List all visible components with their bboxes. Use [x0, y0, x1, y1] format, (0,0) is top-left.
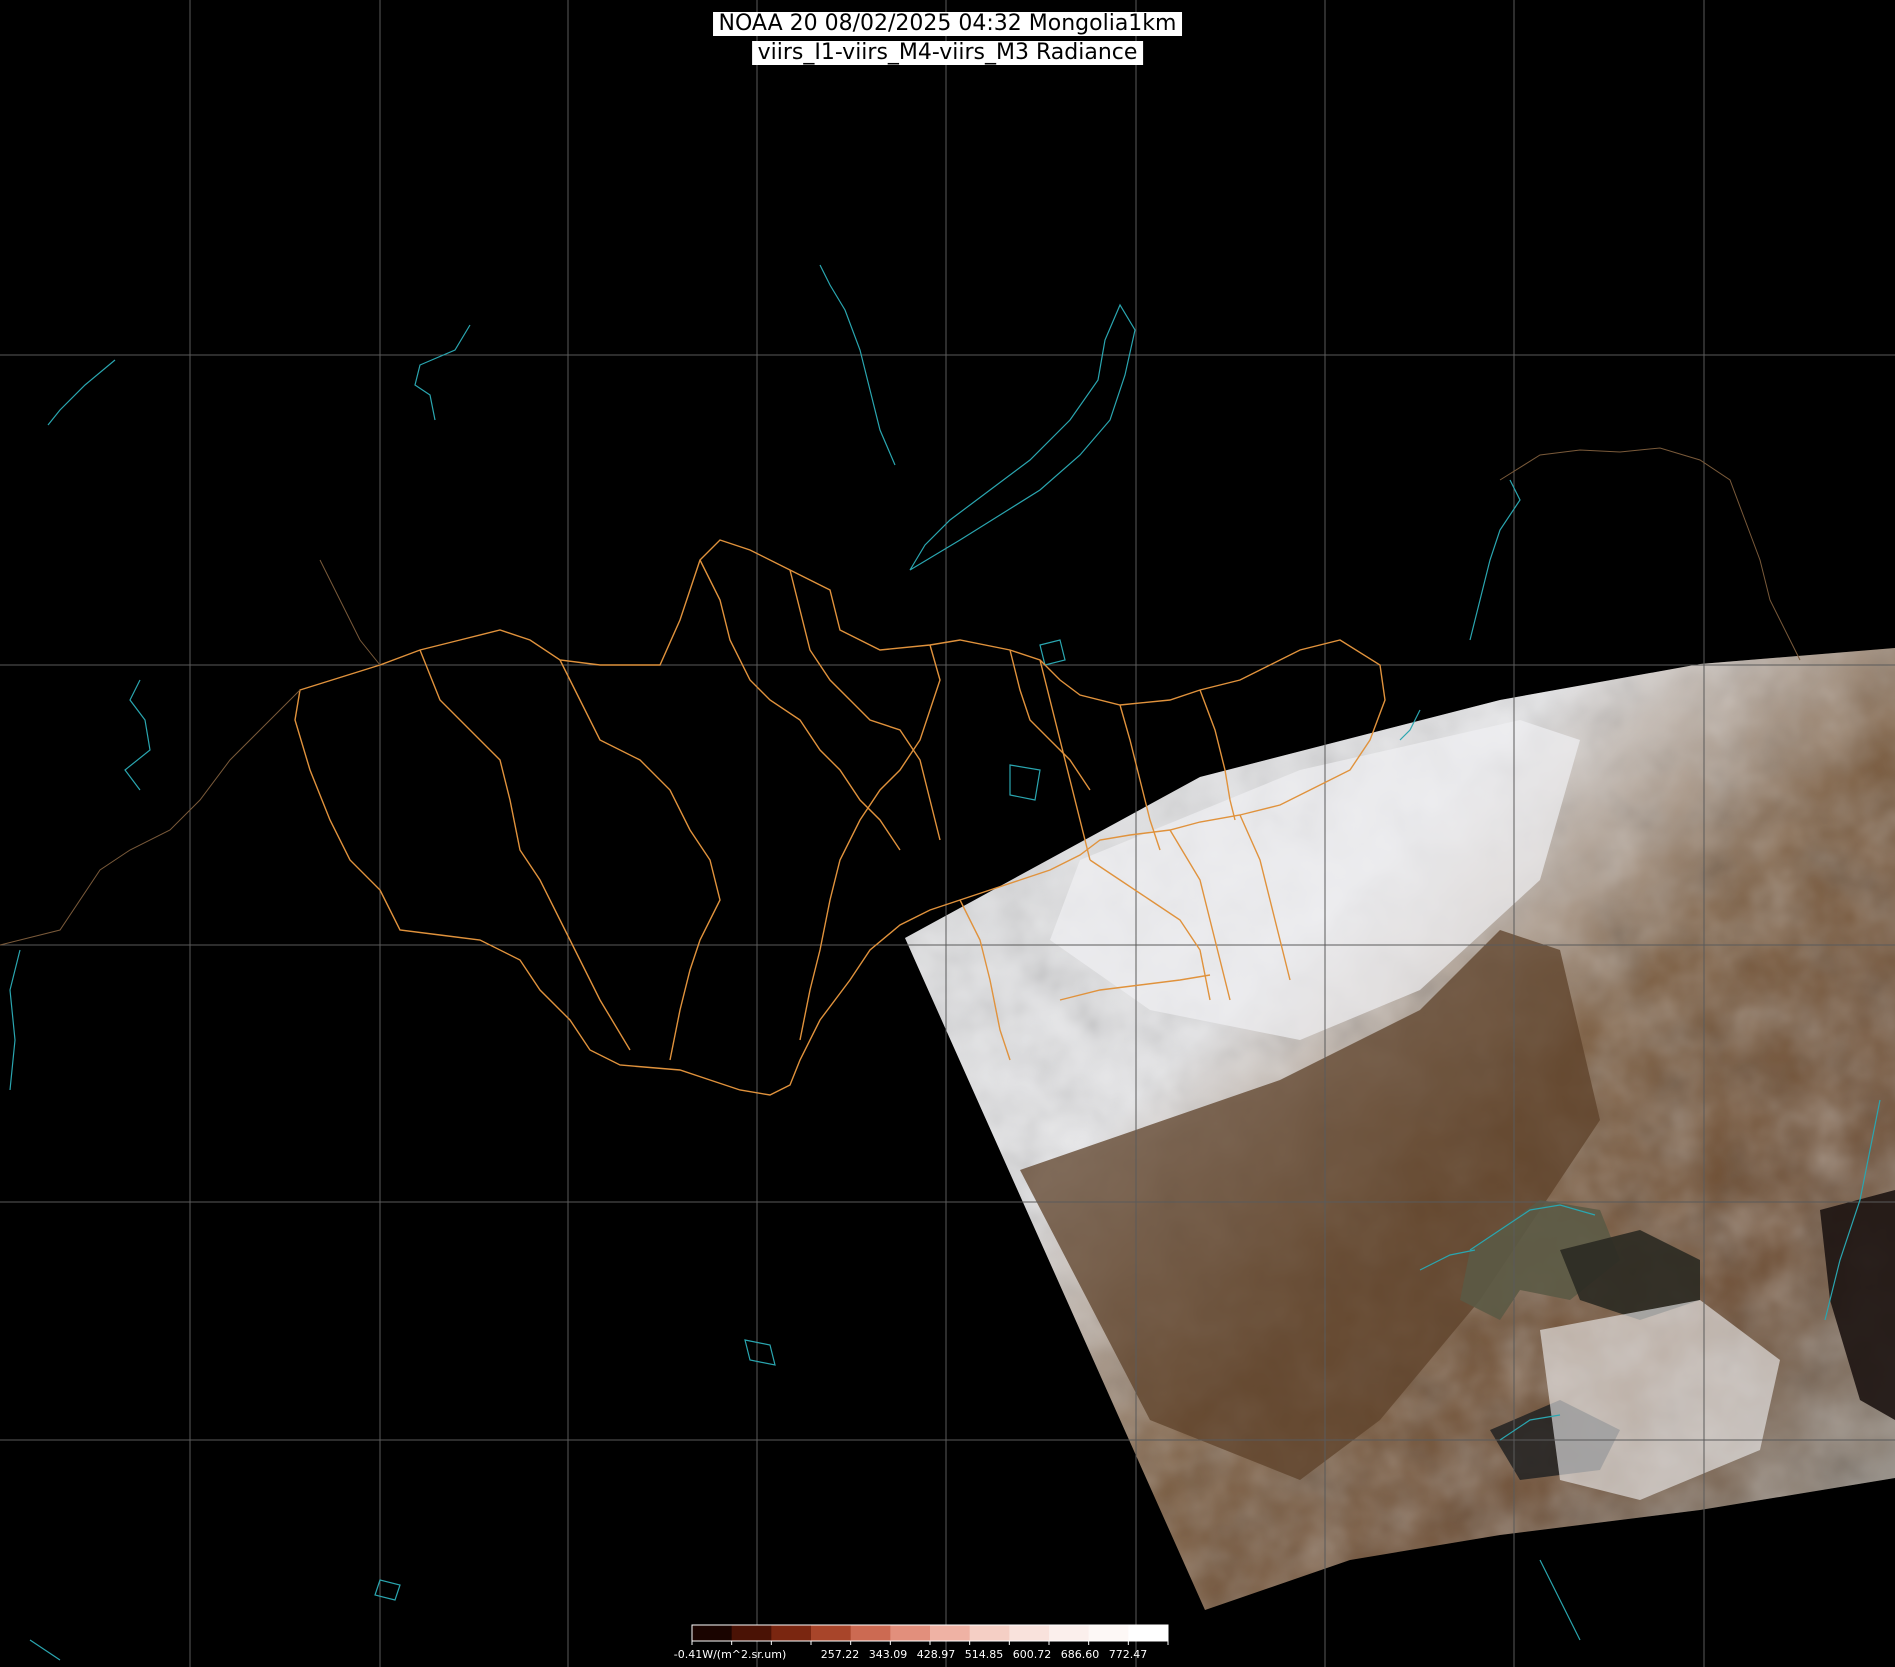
colorbar-swatch [969, 1625, 1010, 1641]
colorbar-swatch [1049, 1625, 1090, 1641]
colorbar-tick: 257.22 [820, 1648, 860, 1661]
colorbar-tick: 686.60 [1060, 1648, 1100, 1661]
colorbar-swatch [890, 1625, 931, 1641]
colorbar-swatch [850, 1625, 891, 1641]
colorbar-tick: 772.47 [1108, 1648, 1148, 1661]
colorbar-swatch [1009, 1625, 1050, 1641]
colorbar-swatch [1088, 1625, 1129, 1641]
colorbar-swatch [930, 1625, 971, 1641]
colorbar-unit-label: -0.41W/(m^2.sr.um) [673, 1648, 787, 1661]
colorbar-tick: 343.09 [868, 1648, 908, 1661]
satellite-map [0, 0, 1895, 1667]
map-title: NOAA 20 08/02/2025 04:32 Mongolia1km [712, 12, 1183, 36]
colorbar-tick: 428.97 [916, 1648, 956, 1661]
colorbar-scale [691, 1624, 1169, 1645]
colorbar-swatch [811, 1625, 852, 1641]
colorbar-swatch [731, 1625, 772, 1641]
colorbar-swatch [692, 1625, 733, 1641]
colorbar-swatch [771, 1625, 812, 1641]
satellite-swath [905, 648, 1895, 1610]
colorbar-tick: 600.72 [1012, 1648, 1052, 1661]
colorbar-swatch [1128, 1625, 1169, 1641]
colorbar-tick: 514.85 [964, 1648, 1004, 1661]
map-subtitle: viirs_I1-viirs_M4-viirs_M3 Radiance [751, 41, 1144, 65]
colorbar: -0.41W/(m^2.sr.um) 257.22 343.09 428.97 … [674, 1624, 1170, 1666]
